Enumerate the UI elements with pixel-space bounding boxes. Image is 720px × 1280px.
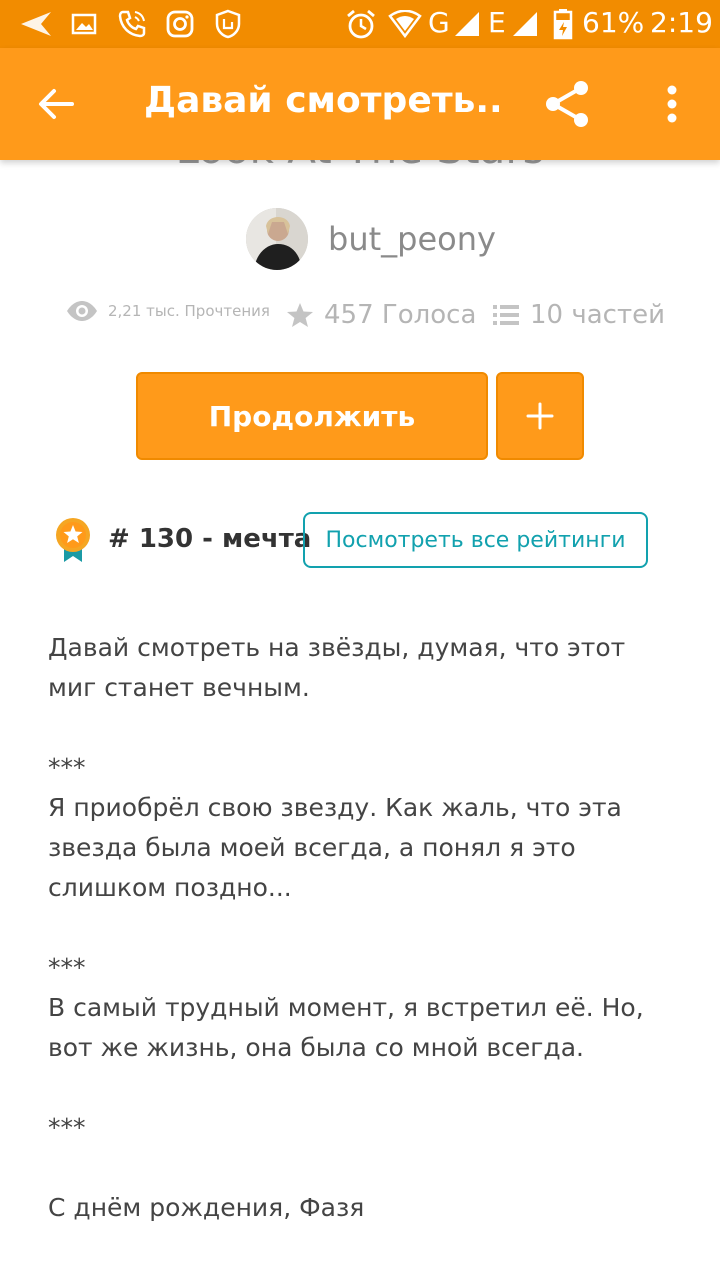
- ranking-label: # 130 - мечта: [108, 524, 312, 554]
- battery-percent: 61%: [582, 6, 645, 39]
- description-paragraph-2: Я приобрёл свою звезду. Как жаль, что эт…: [48, 793, 622, 902]
- phone-icon: [116, 8, 148, 40]
- status-bar: G E 61% 2:19: [0, 0, 720, 48]
- reads-stat: 2,21 тыс. Прочтения: [66, 300, 270, 322]
- clock: 2:19: [650, 6, 713, 39]
- app-bar-title: Давай смотреть...: [144, 80, 504, 121]
- add-to-library-button[interactable]: [496, 372, 584, 460]
- signal-icon-2: [510, 8, 540, 40]
- medal-icon: [52, 516, 96, 564]
- continue-reading-button[interactable]: Продолжить: [136, 372, 488, 460]
- author-name[interactable]: but_peony: [328, 220, 496, 258]
- arrow-left-icon: [39, 89, 74, 119]
- instagram-icon: [164, 8, 196, 40]
- parts-stat: 10 частей: [492, 300, 665, 330]
- description-separator-1: ***: [48, 753, 86, 782]
- back-button[interactable]: [28, 78, 84, 130]
- star-icon: [287, 303, 313, 327]
- battery-charging-icon: [552, 8, 574, 40]
- description-separator-2: ***: [48, 953, 86, 982]
- more-options-button[interactable]: [650, 76, 694, 132]
- list-icon: [493, 305, 519, 325]
- author-avatar[interactable]: [246, 208, 308, 270]
- votes-count: 457 Голоса: [324, 300, 477, 330]
- plus-icon: [526, 402, 554, 430]
- network-type-e: E: [488, 6, 506, 39]
- alarm-icon: [344, 8, 378, 40]
- parts-count: 10 частей: [530, 300, 665, 330]
- description-paragraph-3: В самый трудный момент, я встретил её. Н…: [48, 993, 644, 1062]
- description-paragraph-1: Давай смотреть на звёзды, думая, что это…: [48, 633, 626, 702]
- reads-count: 2,21 тыс. Прочтения: [108, 302, 270, 320]
- image-icon: [70, 8, 98, 40]
- eye-icon: [67, 301, 97, 321]
- wifi-icon: [388, 8, 422, 40]
- share-icon: [546, 81, 588, 127]
- more-vert-icon: [667, 85, 677, 123]
- signal-icon: [452, 8, 482, 40]
- view-all-rankings-button[interactable]: Посмотреть все рейтинги: [303, 512, 648, 568]
- description-separator-3: ***: [48, 1113, 86, 1142]
- network-type-g: G: [428, 6, 450, 39]
- navigation-arrow-icon: [18, 8, 54, 40]
- share-button[interactable]: [540, 76, 596, 132]
- app-bar: Давай смотреть...: [0, 48, 720, 160]
- description-paragraph-4: С днём рождения, Фазя: [48, 1193, 365, 1222]
- shield-hand-icon: [212, 8, 244, 40]
- votes-stat: 457 Голоса: [286, 300, 476, 330]
